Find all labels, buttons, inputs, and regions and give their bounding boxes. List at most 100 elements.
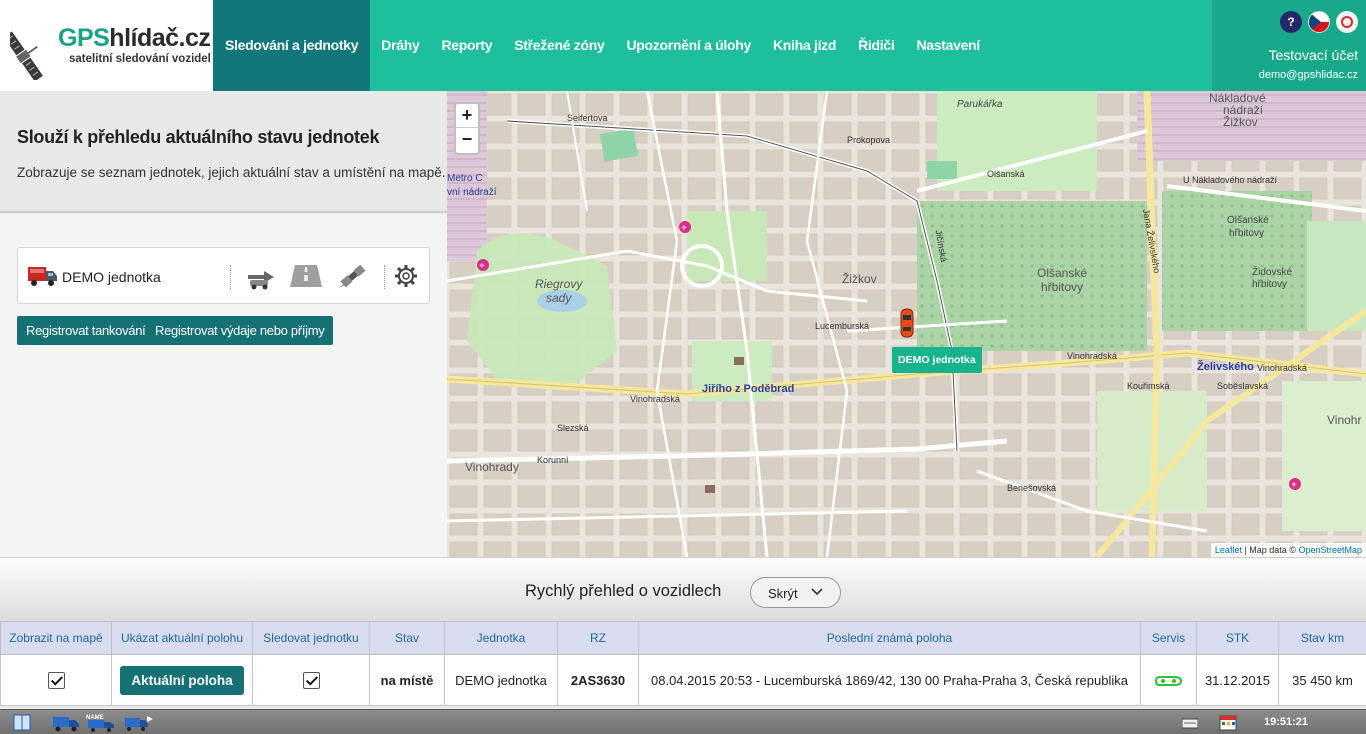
nav-settings[interactable]: Nastavení bbox=[905, 0, 990, 91]
vehicles-forward-icon[interactable] bbox=[124, 713, 154, 732]
col-show-on-map[interactable]: Zobrazit na mapě bbox=[0, 621, 112, 655]
unit-list-panel: DEMO jednotka Registrovat tankování Regi… bbox=[0, 214, 447, 557]
cell-stk: 31.12.2015 bbox=[1196, 654, 1279, 706]
map-label: Lucemburská bbox=[815, 321, 870, 331]
calendar-icon[interactable] bbox=[1219, 713, 1237, 732]
map-label: Olšanská bbox=[987, 169, 1025, 179]
brand-subtitle: satelitní sledování vozidel bbox=[69, 53, 211, 65]
table-header-row: Zobrazit na mapě Ukázat aktuální polohu … bbox=[0, 621, 1366, 655]
page-description: Zobrazuje se seznam jednotek, jejich akt… bbox=[17, 165, 446, 180]
hide-overview-button[interactable]: Skrýt bbox=[750, 577, 841, 608]
register-fuel-button[interactable]: Registrovat tankování bbox=[17, 316, 155, 345]
zoom-out-button[interactable]: − bbox=[456, 128, 478, 152]
map-label: Žižkov bbox=[842, 272, 877, 286]
map-label: hřbitovy bbox=[1229, 228, 1265, 239]
nav-routes[interactable]: Dráhy bbox=[370, 0, 430, 91]
show-on-map-checkbox[interactable] bbox=[47, 671, 65, 689]
chevron-down-icon bbox=[811, 588, 823, 596]
satellite-icon[interactable] bbox=[336, 261, 370, 291]
page-title: Slouží k přehledu aktuálního stavu jedno… bbox=[17, 127, 380, 147]
zoom-in-button[interactable]: + bbox=[456, 104, 478, 128]
vehicles-icon[interactable] bbox=[52, 713, 80, 732]
map-label: Želivského bbox=[1197, 361, 1254, 373]
col-plate[interactable]: RZ bbox=[557, 621, 639, 655]
vehicle-moving-icon[interactable] bbox=[244, 261, 278, 291]
divider bbox=[384, 265, 385, 289]
brand-title: GPShlídač.cz bbox=[58, 24, 211, 53]
map-label: Kouřimská bbox=[1127, 381, 1170, 391]
map-label: Žižkov bbox=[1223, 115, 1258, 129]
brand-title-gps: GPS bbox=[58, 24, 110, 52]
vehicle-names-icon[interactable]: NAME bbox=[86, 713, 116, 732]
cell-follow bbox=[252, 654, 370, 706]
map-unit-label[interactable]: DEMO jednotka bbox=[892, 347, 982, 373]
col-stk[interactable]: STK bbox=[1196, 621, 1279, 655]
map-label: Parukářka bbox=[957, 99, 1003, 110]
map-label: Korunní bbox=[537, 455, 569, 465]
czech-flag-icon[interactable] bbox=[1308, 11, 1330, 33]
nav-logbook[interactable]: Kniha jízd bbox=[762, 0, 847, 91]
map-label: Olšanské bbox=[1227, 215, 1269, 226]
cell-last-position: 08.04.2015 20:53 - Lucemburská 1869/42, … bbox=[638, 654, 1141, 706]
top-header: GPShlídač.cz satelitní sledování vozidel… bbox=[0, 0, 1366, 91]
map-label: Vinohrady bbox=[465, 460, 519, 474]
map-label: Vinohradská bbox=[630, 394, 680, 404]
leaflet-link[interactable]: Leaflet bbox=[1215, 545, 1242, 555]
brand-title-rest: hlídač.cz bbox=[109, 24, 211, 52]
nav-drivers[interactable]: Řidiči bbox=[847, 0, 905, 91]
map-label: Židovské bbox=[1252, 267, 1293, 278]
follow-unit-checkbox[interactable] bbox=[302, 671, 320, 689]
table-row[interactable]: Aktuální poloha na místě DEMO jednotka 2… bbox=[0, 654, 1366, 706]
map-label: Olšanské bbox=[1037, 266, 1088, 280]
map-label: Riegrovy bbox=[535, 277, 583, 291]
brand-logo[interactable]: GPShlídač.cz satelitní sledování vozidel bbox=[0, 0, 213, 91]
gear-icon[interactable] bbox=[391, 261, 421, 291]
svg-text:+: + bbox=[681, 223, 687, 234]
quick-overview-bar: Rychlý přehled o vozidlech Skrýt bbox=[0, 557, 1366, 621]
map-label: Soběslavská bbox=[1217, 381, 1269, 391]
attribution-text: | Map data © bbox=[1241, 545, 1299, 555]
intro-panel: Slouží k přehledu aktuálního stavu jedno… bbox=[0, 91, 447, 213]
map-label: Metro C bbox=[447, 173, 483, 184]
map-zoom-control: + − bbox=[454, 102, 480, 155]
cell-km: 35 450 km bbox=[1278, 654, 1366, 706]
help-icon[interactable]: ? bbox=[1280, 11, 1302, 33]
nav-reports[interactable]: Reporty bbox=[430, 0, 503, 91]
svg-text:+: + bbox=[479, 261, 485, 272]
panel-toggle-icon[interactable] bbox=[13, 713, 31, 732]
col-follow-unit[interactable]: Sledovat jednotku bbox=[252, 621, 370, 655]
account-name[interactable]: Testovací účet bbox=[1269, 47, 1359, 63]
map-label: U Nákladového nádraží bbox=[1183, 175, 1278, 185]
map-label: Benešovská bbox=[1007, 483, 1057, 493]
map-label: hřbitovy bbox=[1252, 279, 1288, 290]
taskbar: NAME 19:51:21 bbox=[0, 709, 1366, 734]
col-service[interactable]: Servis bbox=[1140, 621, 1197, 655]
col-status[interactable]: Stav bbox=[369, 621, 445, 655]
map-label: hřbitovy bbox=[1041, 280, 1084, 294]
map-label: Prokopova bbox=[847, 135, 891, 145]
unit-name: DEMO jednotka bbox=[62, 269, 161, 285]
nav-tracking-units[interactable]: Sledování a jednotky bbox=[213, 0, 371, 91]
cell-plate: 2AS3630 bbox=[557, 654, 639, 706]
nav-alerts-tasks[interactable]: Upozornění a úlohy bbox=[616, 0, 763, 91]
col-current-position[interactable]: Ukázat aktuální polohu bbox=[111, 621, 253, 655]
road-icon[interactable] bbox=[289, 261, 323, 291]
vehicle-marker-icon[interactable] bbox=[900, 308, 914, 338]
col-unit[interactable]: Jednotka bbox=[444, 621, 558, 655]
map-label: Vinohradská bbox=[1067, 351, 1117, 361]
satellite-logo-icon bbox=[10, 31, 43, 80]
current-position-button[interactable]: Aktuální poloha bbox=[120, 665, 244, 695]
map-view[interactable]: + + + + − Žižkov Riegrovy sady Olšanské … bbox=[447, 91, 1366, 557]
register-expense-button[interactable]: Registrovat výdaje nebo příjmy bbox=[146, 316, 334, 345]
unit-card[interactable]: DEMO jednotka bbox=[17, 247, 430, 304]
keyboard-icon[interactable] bbox=[1182, 713, 1198, 732]
map-label: Vinohradská bbox=[1257, 363, 1307, 373]
quick-overview-title: Rychlý přehled o vozidlech bbox=[525, 582, 722, 600]
col-km[interactable]: Stav km bbox=[1278, 621, 1366, 655]
logout-icon[interactable] bbox=[1336, 11, 1358, 33]
col-last-position[interactable]: Poslední známá poloha bbox=[638, 621, 1141, 655]
osm-link[interactable]: OpenStreetMap bbox=[1298, 545, 1362, 555]
nav-guarded-zones[interactable]: Střežené zóny bbox=[503, 0, 615, 91]
service-ok-icon[interactable] bbox=[1154, 674, 1184, 688]
truck-icon bbox=[28, 267, 57, 286]
